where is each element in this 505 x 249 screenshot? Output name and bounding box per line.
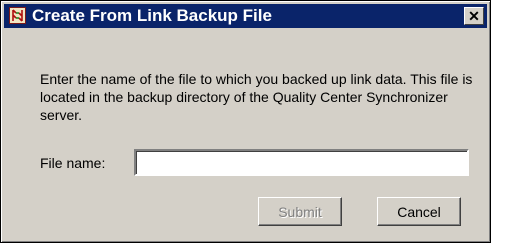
submit-button[interactable]: Submit: [258, 197, 342, 226]
window-title: Create From Link Backup File: [32, 6, 272, 25]
title-bar[interactable]: Create From Link Backup File ✕: [4, 4, 487, 28]
close-icon[interactable]: ✕: [464, 7, 484, 25]
file-name-label: File name:: [40, 155, 106, 171]
create-from-link-backup-dialog: Create From Link Backup File ✕ Enter the…: [0, 0, 491, 243]
link-sync-icon: [9, 7, 26, 24]
cancel-button[interactable]: Cancel: [377, 197, 461, 226]
file-name-input[interactable]: [134, 149, 469, 176]
instruction-text: Enter the name of the file to which you …: [40, 71, 473, 123]
